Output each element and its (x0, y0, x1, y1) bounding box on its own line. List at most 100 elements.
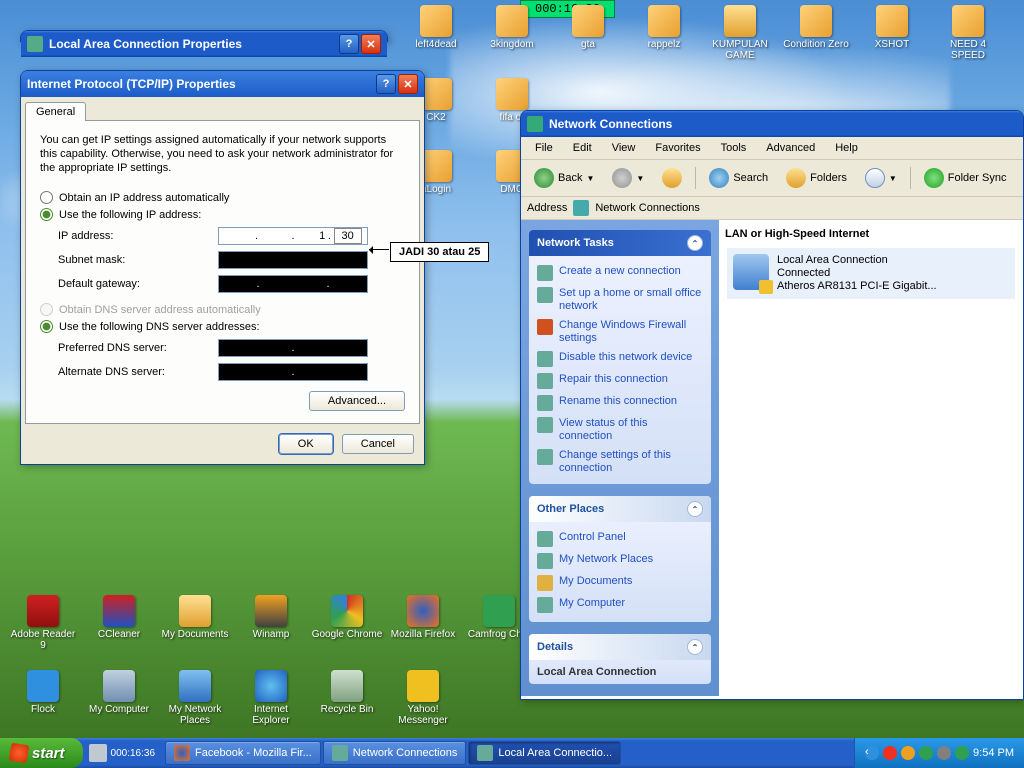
desktop-icon[interactable]: 3kingdom (476, 5, 548, 61)
desktop-icon[interactable]: Yahoo! Messenger (385, 670, 461, 726)
menu-edit[interactable]: Edit (565, 140, 600, 156)
chevron-up-icon[interactable]: ⌃ (687, 501, 703, 517)
radio-use-following-dns[interactable]: Use the following DNS server addresses: (40, 320, 405, 333)
up-button[interactable] (655, 164, 689, 192)
radio-input[interactable] (40, 208, 53, 221)
menu-favorites[interactable]: Favorites (647, 140, 708, 156)
ok-button[interactable]: OK (279, 434, 333, 454)
desktop-icon[interactable]: Mozilla Firefox (385, 595, 461, 651)
menu-file[interactable]: File (527, 140, 561, 156)
desktop-icon[interactable]: KUMPULAN GAME (704, 5, 776, 61)
desktop-icon[interactable]: My Network Places (157, 670, 233, 726)
close-button[interactable]: ✕ (361, 34, 381, 54)
desktop-icon[interactable]: Internet Explorer (233, 670, 309, 726)
link-my-computer[interactable]: My Computer (537, 594, 703, 616)
subnet-mask-input[interactable] (218, 251, 368, 269)
radio-input[interactable] (40, 320, 53, 333)
close-button[interactable]: ✕ (398, 74, 418, 94)
ip-octet-2[interactable] (261, 230, 289, 242)
tray-icon[interactable] (919, 746, 933, 760)
taskbar-item-firefox[interactable]: Facebook - Mozilla Fir... (165, 741, 321, 765)
other-places-header[interactable]: Other Places ⌃ (529, 496, 711, 522)
desktop-icon[interactable]: My Computer (81, 670, 157, 726)
menu-view[interactable]: View (604, 140, 644, 156)
default-gateway-input[interactable]: .. (218, 275, 368, 293)
folder-sync-button[interactable]: Folder Sync (917, 164, 1014, 192)
desktop-icon[interactable]: left4dead (400, 5, 472, 61)
menu-help[interactable]: Help (827, 140, 866, 156)
chevron-up-icon[interactable]: ⌃ (687, 235, 703, 251)
ip-address-input[interactable]: . . . (218, 227, 368, 245)
start-button[interactable]: start (0, 738, 83, 768)
desktop-icon[interactable]: Flock (5, 670, 81, 726)
ip-octet-4[interactable] (334, 228, 362, 244)
tray-icon[interactable] (937, 746, 951, 760)
taskbar-item-lac[interactable]: Local Area Connectio... (468, 741, 621, 765)
link-network-places[interactable]: My Network Places (537, 550, 703, 572)
desktop-icon[interactable]: Winamp (233, 595, 309, 651)
desktop-icon[interactable]: XSHOT (856, 5, 928, 61)
advanced-button[interactable]: Advanced... (309, 391, 405, 411)
radio-input (40, 303, 53, 316)
task-change-settings[interactable]: Change settings of this connection (537, 446, 703, 478)
network-connections-window[interactable]: Network Connections File Edit View Favor… (520, 110, 1024, 700)
titlebar[interactable]: Network Connections (521, 111, 1023, 137)
task-setup-network[interactable]: Set up a home or small office network (537, 284, 703, 316)
desktop-icon[interactable]: Condition Zero (780, 5, 852, 61)
yahoo-messenger-icon (407, 670, 439, 702)
network-tasks-header[interactable]: Network Tasks ⌃ (529, 230, 711, 256)
lac-properties-window[interactable]: Local Area Connection Properties ? ✕ (20, 30, 388, 42)
desktop-icon[interactable]: gta (552, 5, 624, 61)
folders-button[interactable]: Folders (779, 164, 854, 192)
tab-general[interactable]: General (25, 102, 86, 121)
connection-item[interactable]: Local Area Connection Connected Atheros … (727, 248, 1015, 299)
cancel-button[interactable]: Cancel (342, 434, 414, 454)
radio-obtain-ip-auto[interactable]: Obtain an IP address automatically (40, 191, 405, 204)
ip-octet-3[interactable] (297, 230, 325, 242)
help-button[interactable]: ? (339, 34, 359, 54)
link-my-documents[interactable]: My Documents (537, 572, 703, 594)
taskbar-item-network-connections[interactable]: Network Connections (323, 741, 467, 765)
task-rename[interactable]: Rename this connection (537, 392, 703, 414)
preferred-dns-input[interactable]: . (218, 339, 368, 357)
task-disable-device[interactable]: Disable this network device (537, 348, 703, 370)
task-view-status[interactable]: View status of this connection (537, 414, 703, 446)
menu-tools[interactable]: Tools (713, 140, 755, 156)
menu-advanced[interactable]: Advanced (758, 140, 823, 156)
link-control-panel[interactable]: Control Panel (537, 528, 703, 550)
tray-icon[interactable] (901, 746, 915, 760)
task-firewall[interactable]: Change Windows Firewall settings (537, 316, 703, 348)
search-button[interactable]: Search (702, 164, 775, 192)
tray-icon[interactable] (883, 746, 897, 760)
system-tray[interactable]: ‹ 9:54 PM (854, 738, 1024, 768)
desktop-icon[interactable]: Recycle Bin (309, 670, 385, 726)
radio-input[interactable] (40, 191, 53, 204)
desktop-icon[interactable]: NEED 4 SPEED (932, 5, 1004, 61)
desktop-icon[interactable]: Adobe Reader 9 (5, 595, 81, 651)
titlebar[interactable]: Local Area Connection Properties ? ✕ (21, 31, 387, 57)
ip-octet-1[interactable] (224, 230, 252, 242)
chevron-up-icon[interactable]: ⌃ (687, 639, 703, 655)
titlebar[interactable]: Internet Protocol (TCP/IP) Properties ? … (21, 71, 424, 97)
alternate-dns-input[interactable]: . (218, 363, 368, 381)
desktop-icon[interactable]: Google Chrome (309, 595, 385, 651)
forward-button[interactable]: ▼ (605, 164, 651, 192)
desktop-icon[interactable]: My Documents (157, 595, 233, 651)
content-pane[interactable]: LAN or High-Speed Internet Local Area Co… (719, 220, 1023, 696)
clock[interactable]: 9:54 PM (973, 747, 1014, 759)
tray-icon[interactable] (955, 746, 969, 760)
radio-use-following-ip[interactable]: Use the following IP address: (40, 208, 405, 221)
details-header[interactable]: Details ⌃ (529, 634, 711, 660)
quick-launch-icon[interactable] (89, 744, 107, 762)
desktop-icon[interactable]: CCleaner (81, 595, 157, 651)
help-button[interactable]: ? (376, 74, 396, 94)
desktop-icon[interactable]: rappelz (628, 5, 700, 61)
task-repair[interactable]: Repair this connection (537, 370, 703, 392)
address-value[interactable]: Network Connections (595, 202, 700, 214)
tcpip-properties-window[interactable]: Internet Protocol (TCP/IP) Properties ? … (20, 70, 425, 465)
task-create-connection[interactable]: Create a new connection (537, 262, 703, 284)
task-icon (537, 417, 553, 433)
back-button[interactable]: Back▼ (527, 164, 601, 192)
views-button[interactable]: ▼ (858, 164, 904, 192)
tray-expand-icon[interactable]: ‹ (865, 746, 879, 760)
